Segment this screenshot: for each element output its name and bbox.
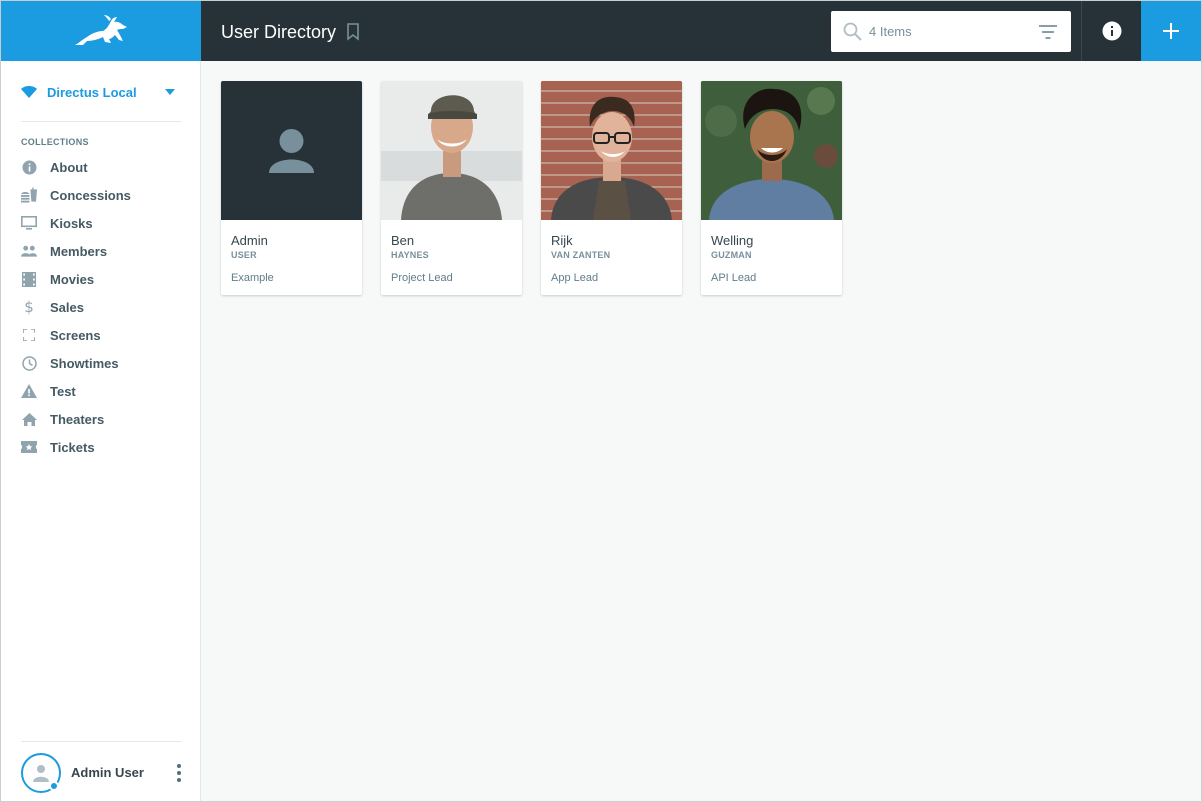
people-icon [21, 243, 37, 259]
sidebar-item-label: Screens [50, 327, 101, 343]
card-name: Rijk [551, 233, 573, 248]
collections-nav: About Concessions Kiosks Members Movies [21, 153, 191, 461]
film-icon [21, 271, 37, 287]
user-photo [381, 81, 522, 220]
sidebar-item-label: Concessions [50, 187, 131, 203]
bookmark-icon[interactable] [346, 23, 360, 41]
user-name: Admin User [71, 765, 144, 780]
fastfood-icon [21, 187, 37, 203]
project-switcher[interactable]: Directus Local [21, 81, 181, 103]
dollar-icon: $ [24, 298, 34, 316]
sidebar-item-label: Theaters [50, 411, 105, 427]
user-card[interactable]: Admin USER Example [221, 81, 362, 295]
page-title: User Directory [221, 22, 337, 42]
user-card[interactable]: Rijk VAN ZANTEN App Lead [541, 81, 682, 295]
card-name: Welling [711, 233, 754, 248]
filter-icon[interactable] [1039, 25, 1057, 39]
ticket-icon [21, 439, 37, 455]
fullscreen-icon [21, 327, 37, 343]
card-subtitle: VAN ZANTEN [551, 250, 611, 260]
sidebar-item-kiosks[interactable]: Kiosks [21, 209, 191, 237]
sidebar-item-test[interactable]: Test [21, 377, 191, 405]
sidebar-item-screens[interactable]: Screens [21, 321, 191, 349]
card-name: Admin [231, 233, 268, 248]
card-image [701, 81, 842, 220]
user-photo [541, 81, 682, 220]
card-role: Project Lead [391, 272, 453, 284]
add-button[interactable] [1141, 1, 1201, 61]
monitor-icon [21, 215, 37, 231]
home-icon [21, 411, 37, 427]
collections-heading: COLLECTIONS [21, 137, 89, 147]
card-role: API Lead [711, 272, 757, 284]
wifi-signal-icon [21, 86, 37, 98]
sidebar-item-theaters[interactable]: Theaters [21, 405, 191, 433]
search-box [831, 11, 1071, 52]
search-input[interactable] [869, 11, 1029, 52]
sidebar-divider [21, 741, 181, 742]
person-icon [33, 765, 49, 782]
sidebar: Directus Local COLLECTIONS About Concess… [1, 61, 201, 801]
user-photo [701, 81, 842, 220]
directus-logo[interactable] [1, 1, 201, 61]
clock-icon [21, 355, 37, 371]
info-icon [21, 159, 37, 175]
sidebar-item-label: Members [50, 243, 108, 259]
card-subtitle: USER [231, 250, 257, 260]
card-image [381, 81, 522, 220]
user-card[interactable]: Ben HAYNES Project Lead [381, 81, 522, 295]
sidebar-item-label: Kiosks [50, 215, 93, 231]
warning-icon [21, 383, 37, 399]
info-icon [1102, 21, 1121, 41]
card-subtitle: GUZMAN [711, 250, 752, 260]
sidebar-item-about[interactable]: About [21, 153, 191, 181]
user-card[interactable]: Welling GUZMAN API Lead [701, 81, 842, 295]
online-status-dot [49, 781, 59, 791]
sidebar-item-label: Movies [50, 271, 95, 287]
sidebar-item-label: Showtimes [50, 355, 119, 371]
sidebar-item-members[interactable]: Members [21, 237, 191, 265]
project-name: Directus Local [47, 84, 137, 100]
card-subtitle: HAYNES [391, 250, 429, 260]
sidebar-divider [21, 121, 181, 122]
sidebar-item-label: Tickets [50, 439, 95, 455]
sidebar-item-label: Sales [50, 299, 84, 315]
card-role: Example [231, 272, 274, 284]
info-button[interactable] [1082, 1, 1141, 61]
sidebar-item-label: Test [50, 383, 76, 399]
header-bar: User Directory [201, 1, 1201, 61]
card-role: App Lead [551, 272, 599, 284]
caret-down-icon [165, 89, 175, 95]
sidebar-item-movies[interactable]: Movies [21, 265, 191, 293]
sidebar-item-label: About [50, 159, 88, 175]
sidebar-item-sales[interactable]: $ Sales [21, 293, 191, 321]
plus-icon [1163, 23, 1179, 39]
rabbit-logo-icon [75, 15, 127, 45]
more-vertical-icon[interactable] [174, 763, 184, 783]
sidebar-item-showtimes[interactable]: Showtimes [21, 349, 191, 377]
sidebar-item-concessions[interactable]: Concessions [21, 181, 191, 209]
person-placeholder-icon [269, 129, 314, 173]
card-image [221, 81, 362, 220]
card-image [541, 81, 682, 220]
search-icon [843, 22, 862, 41]
card-name: Ben [391, 233, 415, 248]
user-menu[interactable]: Admin User [21, 753, 191, 793]
sidebar-item-tickets[interactable]: Tickets [21, 433, 191, 461]
